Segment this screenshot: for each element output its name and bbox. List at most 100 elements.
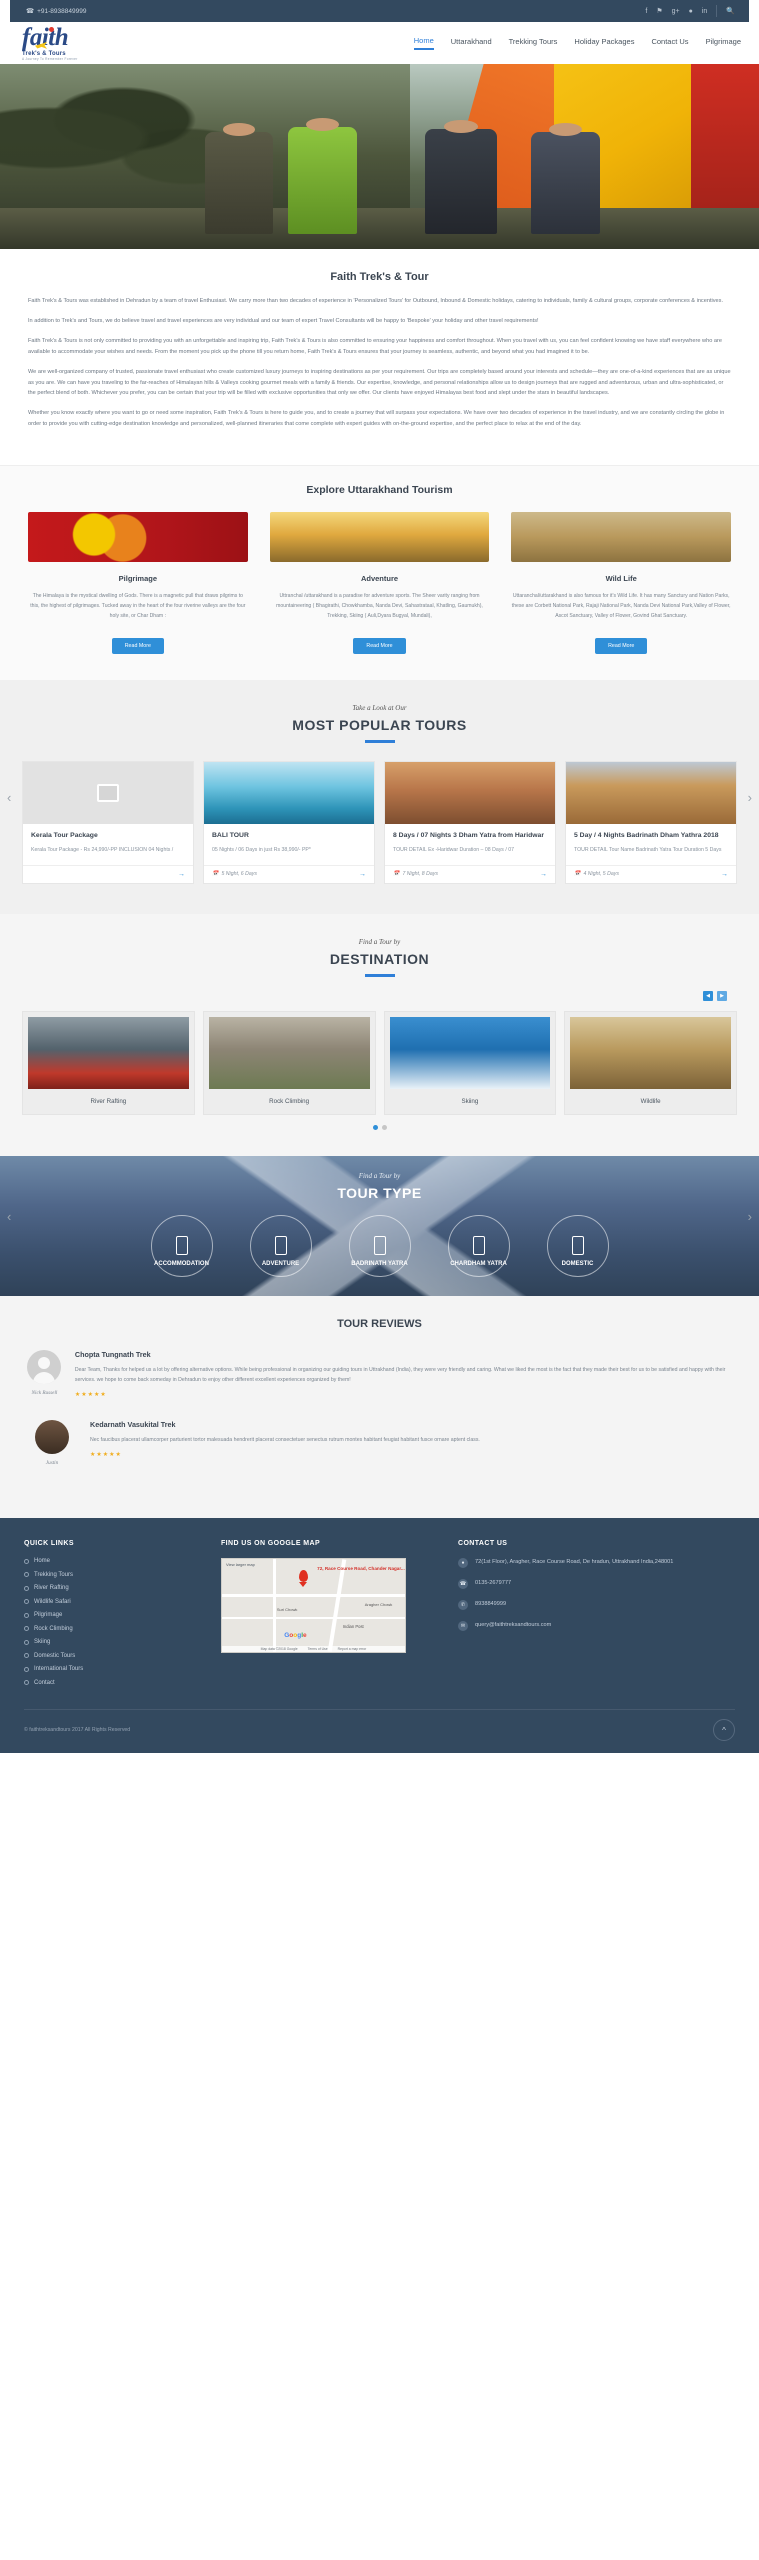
tour-type-item[interactable]: BADRINATH YATRA bbox=[337, 1214, 422, 1277]
carousel-dot[interactable] bbox=[372, 1124, 378, 1130]
mobile-icon: ✆ bbox=[458, 1600, 468, 1611]
pinterest-icon[interactable]: ● bbox=[689, 8, 693, 15]
bullet-icon bbox=[24, 1666, 29, 1672]
reviewer-signature: Nick Russell bbox=[31, 1389, 58, 1396]
footer-link-home[interactable]: Home bbox=[24, 1558, 199, 1564]
about-paragraph: Faith Trek's & Tours is not only committ… bbox=[28, 337, 722, 355]
tour-type-eyebrow: Find a Tour by bbox=[358, 1171, 401, 1180]
destination-card[interactable]: Skiing bbox=[383, 1010, 557, 1115]
tour-type-item[interactable]: ADVENTURE bbox=[238, 1214, 323, 1277]
tour-card[interactable]: 8 Days / 07 Nights 3 Dham Yatra from Har… bbox=[384, 760, 556, 884]
explore-card-text: Uttaranchal/uttarakhand is also famous f… bbox=[511, 593, 731, 619]
explore-card-title: Pilgrimage bbox=[118, 574, 158, 584]
read-more-button[interactable]: Read More bbox=[353, 637, 406, 654]
bullet-icon bbox=[24, 1653, 29, 1659]
map-header-link[interactable]: View larger map bbox=[226, 1562, 255, 1567]
email-icon: ✉ bbox=[458, 1621, 468, 1632]
tour-card[interactable]: 5 Day / 4 Nights Badrinath Dham Yathra 2… bbox=[565, 760, 737, 884]
title-underline bbox=[364, 739, 395, 743]
pager-next-icon[interactable]: ▶ bbox=[717, 990, 727, 1001]
calendar-icon: 📅 bbox=[393, 871, 400, 878]
chevron-up-icon[interactable]: ^ bbox=[713, 1719, 735, 1742]
tour-type-item[interactable]: DOMESTIC bbox=[535, 1214, 620, 1277]
footer-link-domestic-tours[interactable]: Domestic Tours bbox=[24, 1653, 199, 1659]
footer-link-international-tours[interactable]: International Tours bbox=[24, 1666, 199, 1672]
review-title: Kedarnath Vasukital Trek bbox=[90, 1420, 176, 1430]
bullet-icon bbox=[24, 1626, 29, 1632]
explore-card-title: Adventure bbox=[360, 574, 399, 584]
divider bbox=[716, 5, 718, 17]
map-place-label: Indian Post bbox=[342, 1624, 364, 1630]
rating-stars: ★★★★★ bbox=[74, 1392, 107, 1399]
hero-banner bbox=[0, 64, 759, 249]
destination-list: River Rafting Rock Climbing Skiing Wildl… bbox=[22, 1010, 737, 1115]
tour-type-label: ACCOMMODATION bbox=[154, 1260, 209, 1267]
chevron-left-icon[interactable]: ‹ bbox=[7, 790, 11, 805]
read-more-button[interactable]: Read More bbox=[111, 637, 164, 654]
nav-item-home[interactable]: Home bbox=[413, 36, 434, 50]
top-bar: ☎ +91-8938849999 f ⚑ g+ ● in 🔍 bbox=[10, 0, 749, 22]
bullet-icon bbox=[24, 1612, 29, 1618]
destination-card[interactable]: River Rafting bbox=[22, 1010, 195, 1115]
nav-item-uttarakhand[interactable]: Uttarakhand bbox=[451, 37, 492, 49]
avatar bbox=[27, 1349, 62, 1384]
destination-card[interactable]: Rock Climbing bbox=[202, 1010, 376, 1115]
destination-card[interactable]: Wildlife bbox=[564, 1010, 737, 1115]
tour-duration: 📅 7 Night, 8 Days bbox=[393, 871, 438, 878]
pager-prev-icon[interactable]: ◀ bbox=[703, 990, 713, 1001]
tour-type-list: ACCOMMODATION ADVENTURE BADRINATH YATRA … bbox=[0, 1214, 759, 1277]
chevron-left-icon[interactable]: ‹ bbox=[7, 1209, 11, 1224]
footer-link-contact[interactable]: Contact bbox=[24, 1680, 199, 1686]
rock-climbing-photo bbox=[208, 1016, 370, 1089]
dham-yatra-photo bbox=[385, 761, 555, 824]
tour-duration: 📅 5 Night, 6 Days bbox=[212, 871, 257, 878]
tour-card[interactable]: Kerala Tour Package Kerala Tour Package … bbox=[22, 760, 194, 884]
title-underline bbox=[364, 973, 395, 977]
nav-item-pilgrimage[interactable]: Pilgrimage bbox=[706, 37, 741, 49]
footer-link-wildlife-safari[interactable]: Wildlife Safari bbox=[24, 1599, 199, 1605]
footer-link-river-rafting[interactable]: River Rafting bbox=[24, 1585, 199, 1591]
arrow-right-icon[interactable]: → bbox=[540, 871, 547, 878]
tour-desc: TOUR DETAIL Tour Name Badrinath Yatra To… bbox=[574, 847, 722, 854]
contact-phone[interactable]: ☎ 0135-2679777 bbox=[458, 1579, 735, 1590]
footer-link-trekking-tours[interactable]: Trekking Tours bbox=[24, 1572, 199, 1578]
nav-item-trekking-tours[interactable]: Trekking Tours bbox=[509, 37, 558, 49]
chevron-right-icon[interactable]: › bbox=[748, 1209, 752, 1224]
footer-link-pilgrimage[interactable]: Pilgrimage bbox=[24, 1612, 199, 1618]
google-map[interactable]: View larger map 72, Race Course Road, Ch… bbox=[221, 1558, 406, 1654]
phone-icon: ☎ bbox=[26, 8, 35, 15]
explore-card-wildlife: Wild Life Uttaranchal/uttarakhand is als… bbox=[511, 512, 732, 654]
tour-type-label: BADRINATH YATRA bbox=[351, 1260, 408, 1267]
tour-card[interactable]: BALI TOUR 05 Nights / 06 Days in just Rs… bbox=[203, 760, 375, 884]
read-more-button[interactable]: Read More bbox=[595, 637, 648, 654]
explore-card-text: The Himalaya is the mystical dwelling of… bbox=[30, 593, 246, 619]
arrow-right-icon[interactable]: → bbox=[178, 871, 185, 878]
phone-number[interactable]: ☎ +91-8938849999 bbox=[26, 7, 86, 16]
location-icon: ● bbox=[458, 1558, 468, 1569]
nav-item-contact-us[interactable]: Contact Us bbox=[651, 37, 688, 49]
tour-type-item[interactable]: CHARDHAM YATRA bbox=[436, 1214, 521, 1277]
nav-item-holiday-packages[interactable]: Holiday Packages bbox=[574, 37, 634, 49]
chevron-right-icon[interactable]: › bbox=[748, 790, 752, 805]
avatar bbox=[35, 1420, 69, 1455]
tour-type-item[interactable]: ACCOMMODATION bbox=[139, 1214, 224, 1277]
facebook-icon[interactable]: f bbox=[645, 8, 647, 15]
reviews-title: TOUR REVIEWS bbox=[337, 1317, 422, 1330]
footer-map-column: FIND US ON GOOGLE MAP View larger map 72… bbox=[221, 1540, 436, 1693]
arrow-right-icon[interactable]: → bbox=[721, 871, 728, 878]
linkedin-icon[interactable]: in bbox=[702, 8, 707, 15]
main-navigation: Home Uttarakhand Trekking Tours Holiday … bbox=[413, 36, 741, 50]
contact-mobile[interactable]: ✆ 8938849999 bbox=[458, 1600, 735, 1611]
footer-link-skiing[interactable]: Skiing bbox=[24, 1639, 199, 1645]
adventure-photo bbox=[269, 512, 490, 563]
google-plus-icon[interactable]: g+ bbox=[672, 8, 680, 15]
arrow-right-icon[interactable]: → bbox=[359, 871, 366, 878]
logo-wordmark: faith bbox=[22, 25, 78, 50]
logo[interactable]: faith Trek's & Tours A Journey To Rememb… bbox=[22, 25, 78, 61]
twitter-icon[interactable]: ⚑ bbox=[656, 8, 662, 15]
explore-cards: Pilgrimage The Himalaya is the mystical … bbox=[28, 512, 732, 654]
carousel-dot[interactable] bbox=[381, 1124, 387, 1130]
search-icon[interactable]: 🔍 bbox=[726, 8, 735, 15]
contact-email[interactable]: ✉ query@faithtreksandtours.com bbox=[458, 1621, 735, 1632]
footer-link-rock-climbing[interactable]: Rock Climbing bbox=[24, 1626, 199, 1632]
